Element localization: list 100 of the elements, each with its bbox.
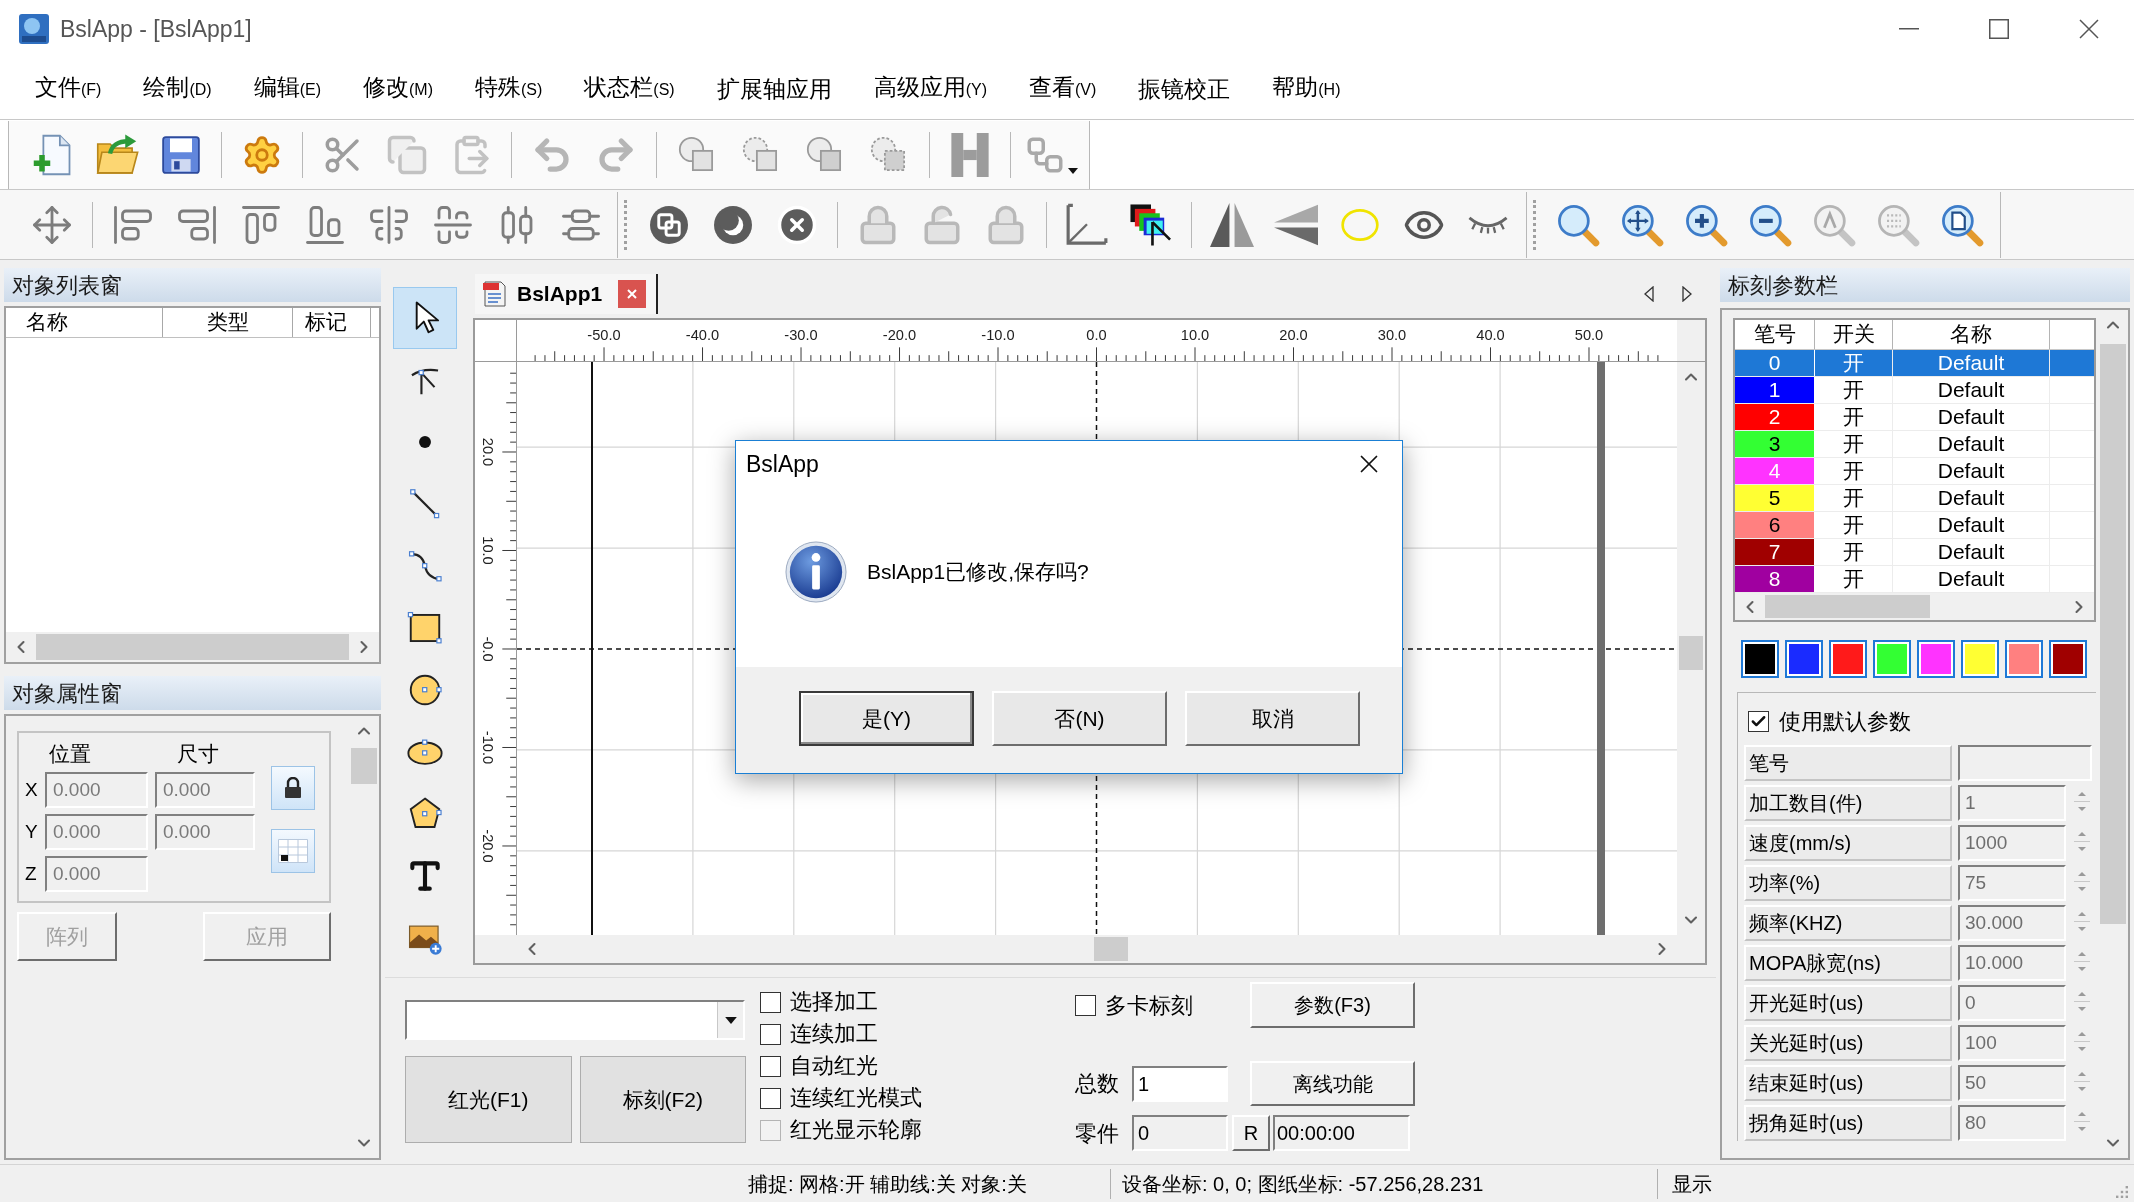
circle-x-icon[interactable] (776, 203, 818, 246)
action-button[interactable]: 红光(F1) (405, 1056, 572, 1143)
color-swatch[interactable] (1741, 640, 1779, 678)
checkbox[interactable] (760, 1023, 781, 1045)
magnifier-arrows-icon[interactable] (1620, 202, 1664, 247)
align-center-icon[interactable] (368, 203, 410, 246)
zoom-out-icon[interactable] (1748, 202, 1792, 247)
menu-item[interactable]: 扩展轴应用 (716, 73, 832, 104)
triangle-left-icon[interactable] (1644, 286, 1654, 302)
menu-item[interactable]: 特殊(S) (474, 72, 543, 105)
menu-item[interactable]: 状态栏(S) (584, 72, 675, 105)
close-icon[interactable] (2079, 19, 2099, 39)
menu-item[interactable]: 帮助(H) (1272, 72, 1341, 105)
crescent-icon[interactable] (714, 205, 752, 244)
column-header[interactable]: 名称 (6, 308, 163, 337)
checkbox[interactable] (760, 1087, 781, 1109)
checkbox[interactable] (1075, 994, 1096, 1016)
menu-item[interactable]: 高级应用(Y) (873, 72, 987, 105)
document-tab[interactable]: BslApp1 (475, 274, 659, 314)
corner-icon[interactable] (1065, 202, 1109, 247)
triangle-right-icon[interactable] (1682, 286, 1692, 302)
open-folder-icon[interactable] (95, 132, 139, 177)
scrollbar-thumb[interactable] (1765, 595, 1930, 618)
input-field[interactable]: 100 (1958, 1025, 2066, 1061)
table-row[interactable]: 4 开 Default (1735, 458, 2094, 485)
menu-item[interactable]: 文件(F) (35, 72, 102, 105)
action-button[interactable]: 参数(F3) (1250, 982, 1415, 1028)
checkbox[interactable] (1748, 710, 1769, 732)
table-row[interactable]: 3 开 Default (1735, 431, 2094, 458)
h-shape-icon[interactable] (948, 132, 992, 177)
scrollbar-thumb[interactable] (2100, 344, 2126, 924)
zoom-in-icon[interactable] (1684, 202, 1728, 247)
reset-button[interactable]: R (1232, 1115, 1270, 1151)
maximize-icon[interactable] (1989, 19, 2009, 39)
input-field[interactable]: 80 (1958, 1105, 2066, 1141)
color-swatch[interactable] (2049, 640, 2087, 678)
menu-item[interactable]: 修改(M) (363, 72, 433, 105)
column-header[interactable]: 标记 (293, 308, 371, 337)
table-row[interactable]: 7 开 Default (1735, 539, 2094, 566)
column-header[interactable]: 类型 (163, 308, 293, 337)
flip-vertical-icon[interactable] (1274, 202, 1318, 247)
circle-squares-icon[interactable] (650, 205, 688, 244)
action-button[interactable]: 离线功能 (1250, 1061, 1415, 1106)
scrollbar-thumb[interactable] (351, 748, 377, 784)
table-row[interactable]: 6 开 Default (1735, 512, 2094, 539)
align-top-icon[interactable] (240, 203, 282, 246)
input-field[interactable]: 1 (1958, 785, 2066, 821)
dialog-button[interactable]: 是(Y) (799, 691, 974, 746)
input-field[interactable] (1958, 745, 2092, 781)
color-swatch[interactable] (1785, 640, 1823, 678)
closed-eye-icon[interactable] (1468, 214, 1508, 235)
menu-item[interactable]: 查看(V) (1028, 72, 1097, 105)
column-header[interactable]: 开关 (1815, 320, 1893, 349)
magnifier-icon[interactable] (1556, 202, 1600, 247)
move-icon[interactable] (31, 203, 73, 246)
tool-button[interactable] (393, 287, 457, 349)
menu-item[interactable]: 编辑(E) (253, 72, 321, 105)
action-button[interactable]: 标刻(F2) (579, 1056, 746, 1143)
scrollbar-thumb[interactable] (1094, 937, 1128, 961)
lock-button[interactable] (271, 766, 315, 810)
scrollbar-thumb[interactable] (1679, 636, 1703, 670)
menu-item[interactable]: 振镜校正 (1138, 73, 1231, 104)
scrollbar-thumb[interactable] (36, 634, 349, 660)
color-swatch[interactable] (1917, 640, 1955, 678)
table-cell: 开 (1815, 566, 1893, 592)
input-field[interactable]: 50 (1958, 1065, 2066, 1101)
caret-icon[interactable] (1068, 167, 1078, 174)
input-field[interactable]: 30.000 (1958, 905, 2066, 941)
table-row[interactable]: 2 开 Default (1735, 404, 2094, 431)
column-header[interactable]: 笔号 (1735, 320, 1815, 349)
input-field[interactable]: 0 (1958, 985, 2066, 1021)
dropdown[interactable] (405, 1000, 745, 1040)
input-field[interactable]: 1 (1132, 1065, 1228, 1102)
input-field[interactable]: 1000 (1958, 825, 2066, 861)
input-field[interactable]: 0 (1132, 1115, 1228, 1151)
column-header[interactable]: 名称 (1893, 320, 2050, 349)
table-row[interactable]: 0 开 Default (1735, 350, 2094, 377)
table-row[interactable]: 1 开 Default (1735, 377, 2094, 404)
color-swatch[interactable] (1829, 640, 1867, 678)
dialog-button[interactable]: 否(N) (992, 691, 1167, 746)
checkbox[interactable] (760, 1055, 781, 1077)
grid-button[interactable] (271, 829, 315, 873)
dialog-button[interactable]: 取消 (1185, 691, 1360, 746)
align-right-icon[interactable] (176, 203, 218, 246)
menu-item[interactable]: 绘制(D) (143, 72, 212, 105)
checkbox[interactable] (760, 991, 781, 1013)
color-swatch[interactable] (2005, 640, 2043, 678)
color-swatch[interactable] (1873, 640, 1911, 678)
color-layers-icon[interactable] (1129, 202, 1173, 247)
input-field[interactable]: 75 (1958, 865, 2066, 901)
color-swatch[interactable] (1961, 640, 1999, 678)
flip-horizontal-icon[interactable] (1210, 202, 1254, 247)
align-left-icon[interactable] (112, 203, 154, 246)
align-middle-icon[interactable] (432, 203, 474, 246)
input-field[interactable]: 10.000 (1958, 945, 2066, 981)
magnifier-page-icon[interactable] (1940, 202, 1984, 247)
table-row[interactable]: 8 开 Default (1735, 566, 2094, 593)
minimize-icon[interactable] (1899, 28, 1919, 30)
align-bottom-icon[interactable] (304, 203, 346, 246)
table-row[interactable]: 5 开 Default (1735, 485, 2094, 512)
